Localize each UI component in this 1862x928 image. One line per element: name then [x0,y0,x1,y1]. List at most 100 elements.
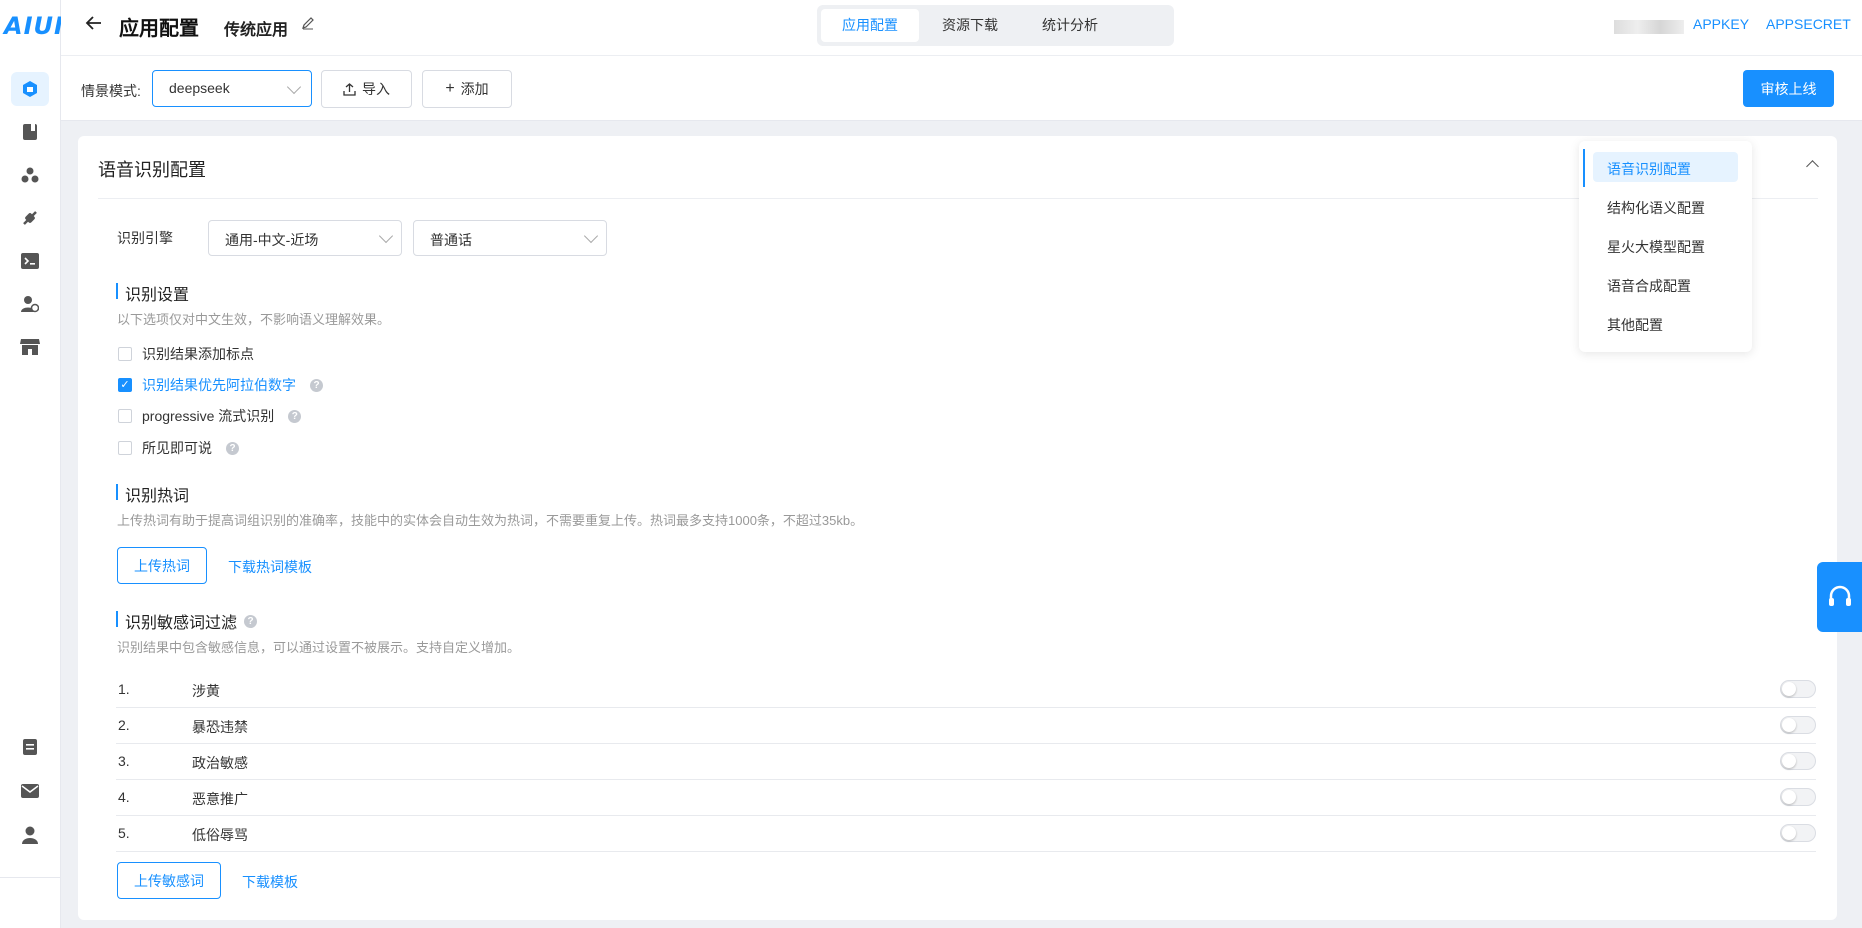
store-icon [20,339,40,355]
checkbox[interactable] [118,441,132,455]
upload-hotwords-button[interactable]: 上传热词 [117,547,207,584]
checkbox[interactable] [118,347,132,361]
appsecret-link[interactable]: APPSECRET [1766,16,1851,32]
option-punctuation[interactable]: 识别结果添加标点 [118,344,254,364]
header: 应用配置 传统应用 应用配置 资源下载 统计分析 APPKEY APPSECRE… [61,0,1862,56]
sensitive-row: 3. 政治敏感 [116,744,1816,780]
sidebar-item-plugin[interactable] [18,206,42,230]
option-what-you-see[interactable]: 所见即可说 ? [118,438,239,458]
toolbar: 情景模式: deepseek 导入 + 添加 审核上线 [61,56,1862,121]
sidebar-item-book[interactable] [18,120,42,144]
upload-sensitive-words-button[interactable]: 上传敏感词 [117,862,221,899]
row-number: 4. [118,789,130,805]
publish-button[interactable]: 审核上线 [1743,70,1834,107]
row-name: 恶意推广 [192,791,248,807]
toggle-switch[interactable] [1780,752,1816,770]
hotwords-title: 识别热词 [116,482,189,506]
app-name: 传统应用 [224,22,289,39]
scene-mode-select[interactable]: deepseek [152,70,312,107]
help-icon[interactable]: ? [310,378,323,392]
anchor-other-config[interactable]: 其他配置 [1593,308,1738,338]
toggle-switch[interactable] [1780,824,1816,842]
card-title: 语音识别配置 [98,160,206,180]
section-anchor-nav: 语音识别配置 结构化语义配置 星火大模型配置 语音合成配置 其他配置 [1579,141,1752,352]
anchor-tts-config[interactable]: 语音合成配置 [1593,269,1738,299]
help-icon[interactable]: ? [244,614,258,628]
sidebar-item-user[interactable] [18,823,42,847]
recognition-settings-title: 识别设置 [116,281,189,305]
scene-mode-value: deepseek [169,80,230,96]
sensitive-row: 2. 暴恐违禁 [116,708,1816,744]
chevron-down-icon [378,228,394,244]
option-arabic-numerals[interactable]: ✓ 识别结果优先阿拉伯数字 ? [118,375,323,395]
sidebar-item-terminal[interactable] [18,249,42,273]
chevron-down-icon [286,79,302,95]
import-button[interactable]: 导入 [321,70,412,108]
checkbox[interactable] [118,409,132,423]
add-button[interactable]: + 添加 [422,70,512,108]
plus-icon: + [445,80,455,97]
document-icon [23,739,37,755]
anchor-structured-semantic[interactable]: 结构化语义配置 [1593,191,1738,221]
recognition-settings-desc: 以下选项仅对中文生效，不影响语义理解效果。 [117,312,391,327]
help-icon[interactable]: ? [226,441,239,455]
page-title: 应用配置 [119,18,199,40]
anchor-indicator [1583,149,1585,187]
row-number: 3. [118,753,130,769]
card-divider [98,198,1818,199]
sensitive-row: 4. 恶意推广 [116,780,1816,816]
checkbox-checked[interactable]: ✓ [118,378,132,392]
help-icon[interactable]: ? [288,409,302,423]
add-label: 添加 [460,81,489,97]
scene-mode-label: 情景模式: [81,83,141,99]
appkey-link[interactable]: APPKEY [1693,16,1749,32]
tab-resource-download[interactable]: 资源下载 [921,9,1019,42]
back-arrow-icon[interactable] [85,14,105,34]
edit-icon[interactable] [301,16,317,32]
sensitive-filter-title: 识别敏感词过滤 ? [116,609,258,633]
anchor-spark-model[interactable]: 星火大模型配置 [1593,230,1738,260]
engine-label: 识别引擎 [117,230,173,246]
tab-app-config[interactable]: 应用配置 [821,9,919,42]
toggle-switch[interactable] [1780,788,1816,806]
sidebar-item-document[interactable] [18,735,42,759]
engine-value: 通用-中文-近场 [225,232,319,248]
engine-select[interactable]: 通用-中文-近场 [208,220,402,256]
sensitive-filter-desc: 识别结果中包含敏感信息，可以通过设置不被展示。支持自定义增加。 [117,640,521,655]
import-label: 导入 [362,81,390,97]
app-icon [23,81,37,97]
sidebar-item-store[interactable] [18,335,42,359]
chevron-up-icon[interactable] [1806,160,1819,173]
sidebar-item-skills[interactable] [18,163,42,187]
row-name: 涉黄 [192,683,220,699]
toggle-switch[interactable] [1780,680,1816,698]
skills-icon [21,167,39,183]
row-name: 政治敏感 [192,755,248,771]
option-label: 识别结果添加标点 [142,346,254,362]
download-hotwords-template-link[interactable]: 下载热词模板 [228,557,312,577]
row-name: 低俗辱骂 [192,827,248,843]
row-number: 2. [118,717,130,733]
customer-service-button[interactable] [1817,562,1862,632]
language-select[interactable]: 普通话 [413,220,607,256]
header-tabs: 应用配置 资源下载 统计分析 [817,5,1174,46]
language-value: 普通话 [430,232,472,248]
blurred-app-id [1614,20,1684,34]
tab-statistics[interactable]: 统计分析 [1021,9,1119,42]
toggle-switch[interactable] [1780,716,1816,734]
option-label: progressive 流式识别 [142,408,275,424]
sidebar-divider [0,877,61,878]
sidebar-item-mail[interactable] [18,779,42,803]
mail-icon [21,784,39,798]
logo: AIUI [4,12,64,40]
sidebar: AIUI [0,0,64,928]
sidebar-item-app[interactable] [11,72,49,106]
row-name: 暴恐违禁 [192,719,248,735]
download-template-link[interactable]: 下载模板 [242,872,298,892]
anchor-asr-config[interactable]: 语音识别配置 [1593,152,1738,182]
user-icon [22,826,38,844]
option-progressive[interactable]: progressive 流式识别 ? [118,406,302,426]
asr-config-card: 语音识别配置 识别引擎 通用-中文-近场 普通话 识别设置 以下选项仅对中文生效… [78,136,1837,920]
sidebar-item-user-settings[interactable] [18,292,42,316]
sensitive-row: 5. 低俗辱骂 [116,816,1816,852]
